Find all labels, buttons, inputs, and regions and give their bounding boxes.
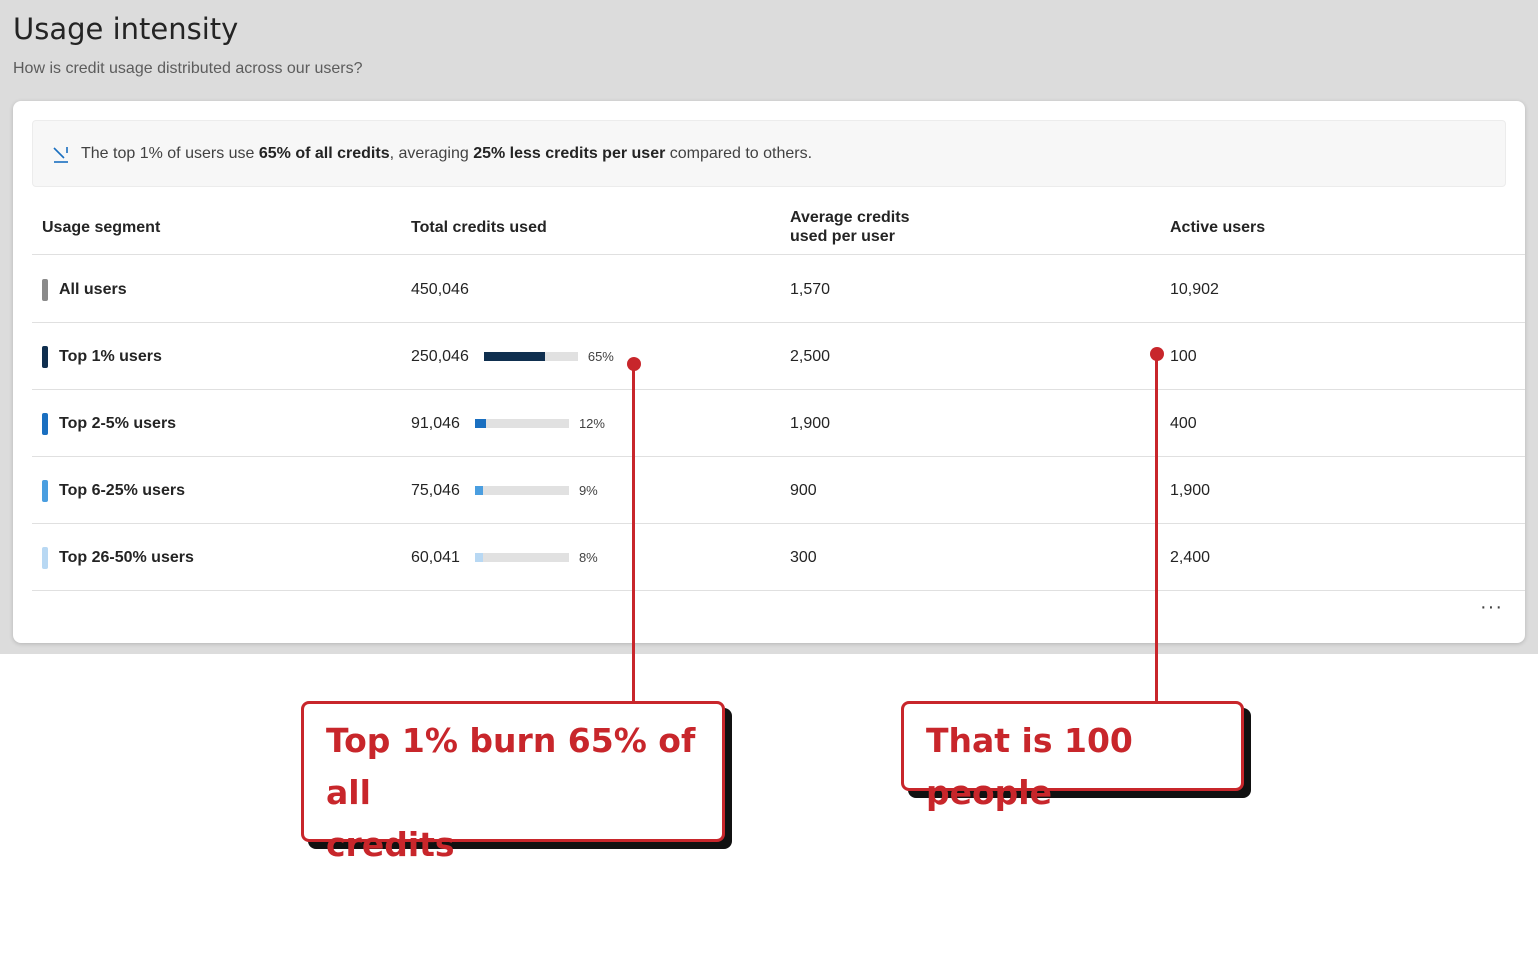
total-credits-value: 450,046 [411,280,469,298]
active-users-cell: 400 [1170,414,1197,432]
total-credits-cell: 75,046 9% [411,457,598,524]
share-bar [474,486,569,495]
share-bar [474,419,569,428]
insight-text: The top 1% of users use 65% of all credi… [81,144,813,162]
total-credits-value: 60,041 [411,548,460,566]
trend-down-icon [51,144,71,164]
share-percent: 12% [578,416,605,431]
insight-banner: The top 1% of users use 65% of all credi… [32,120,1506,187]
average-credits-cell: 1,570 [790,280,831,298]
report-header-area: Usage intensity How is credit usage dist… [0,0,1538,654]
average-credits-cell: 2,500 [790,347,831,365]
segment-color-swatch [42,278,48,301]
share-bar-fill [474,486,484,495]
table-row[interactable]: Top 26-50% users 60,041 8% 300 2,400 [32,524,1525,591]
total-credits-cell: 60,041 8% [411,524,598,591]
segment-cell: Top 2-5% users [42,390,176,457]
page-subtitle: How is credit usage distributed across o… [13,60,363,77]
total-credits-cell: 450,046 [411,256,469,323]
segment-label: Top 26-50% users [59,548,194,566]
share-bar-fill [474,553,483,562]
active-users-cell: 10,902 [1170,280,1219,298]
active-users-cell: 2,400 [1170,548,1211,566]
share-bar-fill [483,352,545,361]
table-row[interactable]: All users 450,046 1,570 10,902 [32,256,1525,323]
active-users-cell: 100 [1170,347,1197,365]
segment-color-swatch [42,479,48,502]
segment-label: All users [59,280,127,298]
total-credits-cell: 250,046 65% [411,323,614,390]
segment-label: Top 2-5% users [59,414,177,432]
segment-cell: Top 6-25% users [42,457,185,524]
segment-cell: Top 1% users [42,323,162,390]
table-header: Usage segment Total credits used Average… [32,199,1525,255]
callout-line-left [632,364,635,702]
column-header-segment[interactable]: Usage segment [42,199,160,255]
table-row[interactable]: Top 2-5% users 91,046 12% 1,900 400 [32,390,1525,457]
total-credits-cell: 91,046 12% [411,390,605,457]
share-bar-fill [474,419,487,428]
column-header-total[interactable]: Total credits used [411,199,547,255]
callout-line-right [1155,354,1158,702]
segment-color-swatch [42,546,48,569]
segment-color-swatch [42,412,48,435]
more-horizontal-icon[interactable]: ··· [1480,596,1503,619]
total-credits-value: 91,046 [411,414,460,432]
active-users-cell: 1,900 [1170,481,1211,499]
share-bar [474,553,569,562]
average-credits-cell: 300 [790,548,817,566]
page-title: Usage intensity [13,12,239,46]
segment-label: Top 6-25% users [59,481,185,499]
share-percent: 65% [587,349,614,364]
segment-cell: All users [42,256,127,323]
segment-cell: Top 26-50% users [42,524,194,591]
segment-color-swatch [42,345,48,368]
column-header-active[interactable]: Active users [1170,199,1265,255]
table-row[interactable]: Top 6-25% users 75,046 9% 900 1,900 [32,457,1525,524]
average-credits-cell: 900 [790,481,817,499]
share-percent: 9% [578,483,598,498]
share-percent: 8% [578,550,598,565]
callout-box-left: Top 1% burn 65% of all credits [301,701,725,864]
table-row[interactable]: Top 1% users 250,046 65% 2,500 100 [32,323,1525,390]
column-header-average[interactable]: Average credits used per user [790,199,909,255]
usage-card: The top 1% of users use 65% of all credi… [13,101,1525,643]
segment-label: Top 1% users [59,347,162,365]
total-credits-value: 75,046 [411,481,460,499]
share-bar [483,352,578,361]
total-credits-value: 250,046 [411,347,469,365]
average-credits-cell: 1,900 [790,414,831,432]
callout-box-right: That is 100 people [901,701,1244,812]
